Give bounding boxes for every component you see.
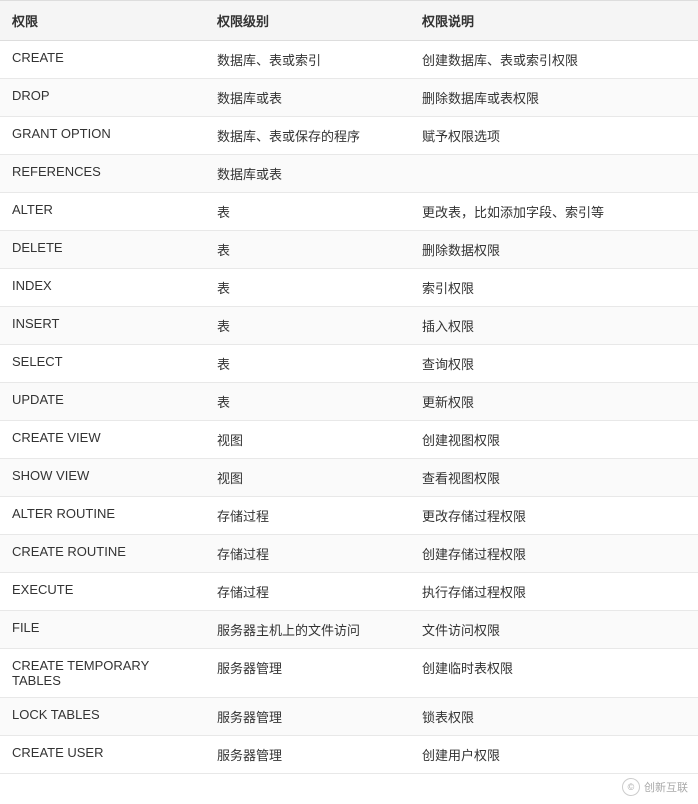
cell-level: 视图 xyxy=(205,421,410,459)
watermark-text: 创新互联 xyxy=(644,779,688,795)
cell-level: 视图 xyxy=(205,459,410,497)
watermark: © 创新互联 xyxy=(622,778,688,796)
table-row: UPDATE表更新权限 xyxy=(0,383,698,421)
cell-priv: CREATE xyxy=(0,41,205,79)
table-row: CREATE USER服务器管理创建用户权限 xyxy=(0,736,698,774)
cell-desc: 执行存储过程权限 xyxy=(410,573,698,611)
table-row: ALTER表更改表，比如添加字段、索引等 xyxy=(0,193,698,231)
cell-desc: 删除数据库或表权限 xyxy=(410,79,698,117)
cell-desc: 查看视图权限 xyxy=(410,459,698,497)
cell-priv: SHOW VIEW xyxy=(0,459,205,497)
cell-priv: GRANT OPTION xyxy=(0,117,205,155)
cell-priv: LOCK TABLES xyxy=(0,698,205,736)
cell-desc: 创建临时表权限 xyxy=(410,649,698,698)
table-row: CREATE VIEW视图创建视图权限 xyxy=(0,421,698,459)
cell-level: 数据库、表或索引 xyxy=(205,41,410,79)
table-row: INSERT表插入权限 xyxy=(0,307,698,345)
cell-desc: 锁表权限 xyxy=(410,698,698,736)
cell-desc: 文件访问权限 xyxy=(410,611,698,649)
cell-priv: INDEX xyxy=(0,269,205,307)
header-desc: 权限说明 xyxy=(410,1,698,41)
table-row: FILE服务器主机上的文件访问文件访问权限 xyxy=(0,611,698,649)
privileges-table: 权限 权限级别 权限说明 CREATE数据库、表或索引创建数据库、表或索引权限D… xyxy=(0,0,698,774)
cell-priv: ALTER xyxy=(0,193,205,231)
cell-desc: 创建存储过程权限 xyxy=(410,535,698,573)
cell-level: 服务器管理 xyxy=(205,698,410,736)
table-row: CREATE数据库、表或索引创建数据库、表或索引权限 xyxy=(0,41,698,79)
cell-desc: 创建数据库、表或索引权限 xyxy=(410,41,698,79)
cell-desc: 赋予权限选项 xyxy=(410,117,698,155)
cell-level: 存储过程 xyxy=(205,573,410,611)
cell-priv: INSERT xyxy=(0,307,205,345)
cell-desc: 索引权限 xyxy=(410,269,698,307)
cell-level: 存储过程 xyxy=(205,535,410,573)
table-row: ALTER ROUTINE存储过程更改存储过程权限 xyxy=(0,497,698,535)
cell-desc: 创建视图权限 xyxy=(410,421,698,459)
watermark-icon: © xyxy=(622,778,640,796)
table-row: LOCK TABLES服务器管理锁表权限 xyxy=(0,698,698,736)
cell-priv: REFERENCES xyxy=(0,155,205,193)
cell-desc xyxy=(410,155,698,193)
cell-priv: UPDATE xyxy=(0,383,205,421)
cell-level: 表 xyxy=(205,307,410,345)
header-level: 权限级别 xyxy=(205,1,410,41)
header-priv: 权限 xyxy=(0,1,205,41)
cell-level: 数据库或表 xyxy=(205,79,410,117)
cell-priv: CREATE VIEW xyxy=(0,421,205,459)
table-row: REFERENCES数据库或表 xyxy=(0,155,698,193)
main-container: 权限 权限级别 权限说明 CREATE数据库、表或索引创建数据库、表或索引权限D… xyxy=(0,0,698,804)
cell-level: 数据库、表或保存的程序 xyxy=(205,117,410,155)
cell-desc: 删除数据权限 xyxy=(410,231,698,269)
cell-level: 服务器管理 xyxy=(205,736,410,774)
cell-priv: ALTER ROUTINE xyxy=(0,497,205,535)
table-row: GRANT OPTION数据库、表或保存的程序赋予权限选项 xyxy=(0,117,698,155)
cell-priv: CREATE ROUTINE xyxy=(0,535,205,573)
cell-priv: CREATE USER xyxy=(0,736,205,774)
cell-priv: FILE xyxy=(0,611,205,649)
cell-desc: 插入权限 xyxy=(410,307,698,345)
table-row: DELETE表删除数据权限 xyxy=(0,231,698,269)
cell-level: 表 xyxy=(205,383,410,421)
cell-level: 表 xyxy=(205,193,410,231)
cell-priv: DROP xyxy=(0,79,205,117)
cell-desc: 更改表，比如添加字段、索引等 xyxy=(410,193,698,231)
cell-priv: CREATE TEMPORARY TABLES xyxy=(0,649,205,698)
cell-desc: 创建用户权限 xyxy=(410,736,698,774)
cell-level: 表 xyxy=(205,269,410,307)
table-row: EXECUTE存储过程执行存储过程权限 xyxy=(0,573,698,611)
cell-level: 服务器主机上的文件访问 xyxy=(205,611,410,649)
table-header-row: 权限 权限级别 权限说明 xyxy=(0,1,698,41)
cell-desc: 查询权限 xyxy=(410,345,698,383)
cell-desc: 更改存储过程权限 xyxy=(410,497,698,535)
cell-priv: DELETE xyxy=(0,231,205,269)
cell-priv: EXECUTE xyxy=(0,573,205,611)
cell-level: 服务器管理 xyxy=(205,649,410,698)
table-row: CREATE ROUTINE存储过程创建存储过程权限 xyxy=(0,535,698,573)
table-row: SELECT表查询权限 xyxy=(0,345,698,383)
cell-priv: SELECT xyxy=(0,345,205,383)
table-row: DROP数据库或表删除数据库或表权限 xyxy=(0,79,698,117)
cell-level: 存储过程 xyxy=(205,497,410,535)
table-row: CREATE TEMPORARY TABLES服务器管理创建临时表权限 xyxy=(0,649,698,698)
table-row: INDEX表索引权限 xyxy=(0,269,698,307)
cell-level: 表 xyxy=(205,345,410,383)
cell-desc: 更新权限 xyxy=(410,383,698,421)
cell-level: 数据库或表 xyxy=(205,155,410,193)
cell-level: 表 xyxy=(205,231,410,269)
table-row: SHOW VIEW视图查看视图权限 xyxy=(0,459,698,497)
